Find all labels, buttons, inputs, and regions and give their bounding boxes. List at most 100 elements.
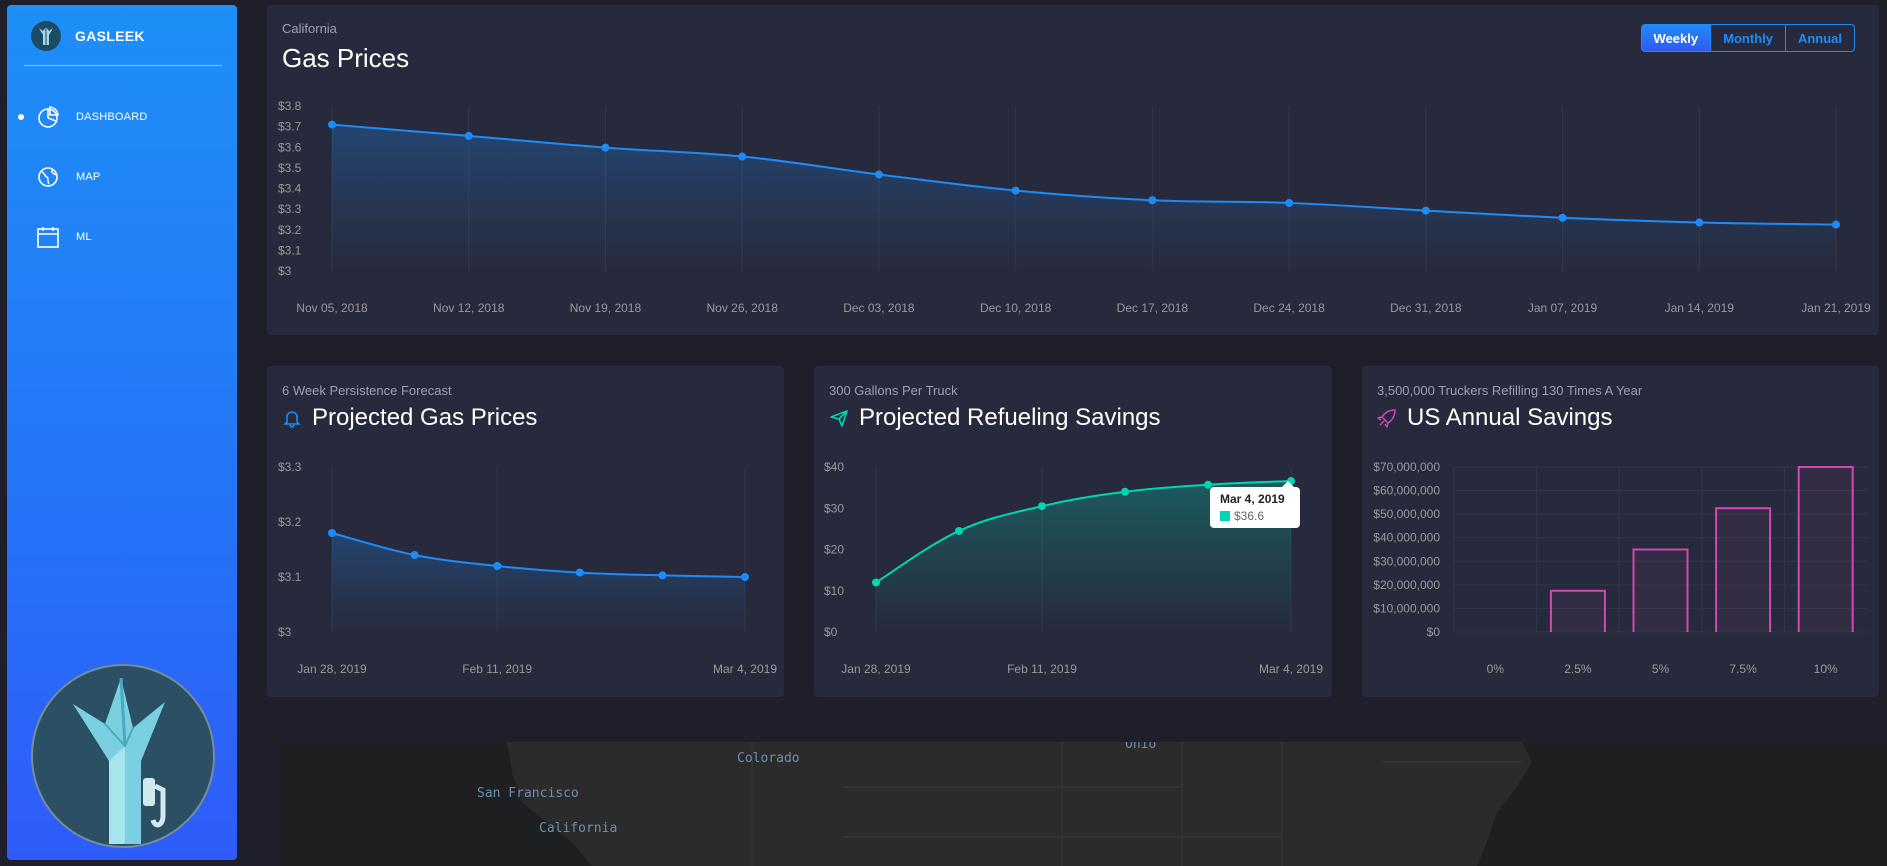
data-point xyxy=(575,568,584,577)
y-tick-label: $10 xyxy=(824,584,844,598)
map-label-ohio: Ohio xyxy=(1125,742,1157,752)
sidebar: GASLEEK DASHBOARD MAP ML xyxy=(7,5,237,860)
y-tick-label: $3.4 xyxy=(278,182,302,196)
tooltip-value: $36.6 xyxy=(1234,509,1265,523)
sidebar-item-label: ML xyxy=(76,231,92,243)
y-tick-label: $50,000,000 xyxy=(1373,507,1440,521)
map-label-california: California xyxy=(539,821,618,836)
y-tick-label: $3.2 xyxy=(278,223,302,237)
y-tick-label: $3.1 xyxy=(278,570,302,584)
x-tick-label: Nov 05, 2018 xyxy=(296,301,368,315)
tooltip-row: $36.6 xyxy=(1220,509,1290,523)
y-tick-label: $30 xyxy=(824,501,844,515)
app-name: GASLEEK xyxy=(75,28,145,44)
pie-chart-icon xyxy=(38,106,59,128)
tooltip-date: Mar 4, 2019 xyxy=(1220,492,1285,506)
y-tick-label: $3.3 xyxy=(278,460,302,474)
x-tick-label: 0% xyxy=(1487,662,1505,676)
data-point xyxy=(1011,186,1020,195)
y-tick-label: $3.5 xyxy=(278,161,302,175)
data-point xyxy=(1285,198,1294,207)
series-area xyxy=(332,124,1836,271)
bar xyxy=(1549,589,1606,632)
y-tick-label: $3.3 xyxy=(278,202,302,216)
data-point xyxy=(1121,487,1129,496)
x-tick-label: 7.5% xyxy=(1729,662,1757,676)
y-tick-label: $3.8 xyxy=(278,99,302,113)
data-point xyxy=(601,143,610,152)
series-area xyxy=(332,533,745,632)
y-tick-label: $3 xyxy=(278,625,292,639)
refueling-savings-chart: $0 $10 $20 $30 $40 Jan 28, 2019 Feb 11, 2019 Ma… xyxy=(824,460,1323,676)
x-tick-label: Jan 28, 2019 xyxy=(297,662,367,676)
y-tick-label: $3 xyxy=(278,264,292,278)
data-point xyxy=(955,526,963,535)
x-tick-label: Jan 21, 2019 xyxy=(1801,301,1871,315)
data-point xyxy=(738,152,747,161)
x-tick-label: Nov 26, 2018 xyxy=(706,301,778,315)
y-tick-label: $40,000,000 xyxy=(1373,531,1440,545)
tooltip-swatch xyxy=(1220,511,1230,521)
x-tick-label: 10% xyxy=(1814,662,1838,676)
projected-gas-prices-chart: $3 $3.1 $3.2 $3.3 Jan 28, 2019 Feb 11, 2019 Ma… xyxy=(278,460,777,676)
bar xyxy=(1797,466,1854,632)
map-label-san-francisco: San Francisco xyxy=(477,786,579,801)
x-tick-label: Jan 07, 2019 xyxy=(1528,301,1598,315)
active-indicator xyxy=(18,114,24,120)
x-tick-label: 2.5% xyxy=(1564,662,1592,676)
data-point xyxy=(1148,196,1157,205)
sidebar-item-ml[interactable]: ML xyxy=(7,219,237,255)
globe-icon xyxy=(38,167,58,187)
x-tick-label: Dec 03, 2018 xyxy=(843,301,915,315)
data-point xyxy=(1695,218,1704,227)
y-tick-label: $3.7 xyxy=(278,120,302,134)
gas-prices-chart: $3 $3.1 $3.2 $3.3 $3.4 $3.5 $3.6 $3.7 $3.8 Nov 05… xyxy=(278,99,1871,315)
x-tick-label: Mar 4, 2019 xyxy=(1259,662,1323,676)
y-tick-label: $3.2 xyxy=(278,515,302,529)
sidebar-item-map[interactable]: MAP xyxy=(7,159,237,195)
y-tick-label: $60,000,000 xyxy=(1373,484,1440,498)
y-tick-label: $0 xyxy=(824,625,838,639)
x-tick-label: Mar 4, 2019 xyxy=(713,662,777,676)
us-annual-savings-chart: $0 $10,000,000 $20,000,000 $30,000,000 $40,0… xyxy=(1373,460,1867,676)
data-point xyxy=(741,573,749,581)
x-tick-label: 5% xyxy=(1652,662,1670,676)
map-label-colorado: Colorado xyxy=(737,751,800,766)
us-annual-savings-card: 3,500,000 Truckers Refilling 130 Times A… xyxy=(1362,366,1879,697)
data-point xyxy=(1832,220,1840,229)
y-tick-label: $10,000,000 xyxy=(1373,601,1440,615)
gas-prices-card: California Gas Prices Weekly Monthly Ann… xyxy=(267,5,1879,335)
x-tick-label: Nov 19, 2018 xyxy=(570,301,642,315)
data-point xyxy=(1421,206,1430,215)
x-tick-label: Feb 11, 2019 xyxy=(1007,662,1077,676)
bar xyxy=(1632,548,1689,632)
x-tick-label: Dec 10, 2018 xyxy=(980,301,1052,315)
x-tick-label: Jan 14, 2019 xyxy=(1665,301,1735,315)
x-tick-label: Dec 24, 2018 xyxy=(1253,301,1325,315)
chart-tooltip: Mar 4, 2019 $36.6 xyxy=(1210,481,1300,528)
data-point xyxy=(872,578,880,587)
brand[interactable]: GASLEEK xyxy=(31,21,145,51)
y-tick-label: $3.1 xyxy=(278,243,302,257)
map-view[interactable]: Colorado San Francisco California Ohio xyxy=(282,742,1887,866)
x-tick-label: Dec 31, 2018 xyxy=(1390,301,1462,315)
data-point xyxy=(493,562,502,570)
sidebar-item-dashboard[interactable]: DASHBOARD xyxy=(7,99,237,135)
sidebar-item-label: DASHBOARD xyxy=(76,111,148,123)
data-point xyxy=(1038,502,1046,511)
y-tick-label: $30,000,000 xyxy=(1373,554,1440,568)
gasleek-logo-icon xyxy=(31,21,61,51)
data-point xyxy=(464,131,473,140)
bar xyxy=(1715,507,1772,632)
sidebar-item-label: MAP xyxy=(76,171,101,183)
map-terrain xyxy=(282,742,1887,866)
calendar-icon xyxy=(37,227,59,248)
data-point xyxy=(658,571,667,580)
data-point xyxy=(874,170,883,179)
divider xyxy=(24,65,222,66)
data-point xyxy=(328,529,336,537)
y-tick-label: $0 xyxy=(1427,625,1441,639)
x-tick-label: Dec 17, 2018 xyxy=(1117,301,1189,315)
data-point xyxy=(410,551,419,559)
x-tick-label: Nov 12, 2018 xyxy=(433,301,505,315)
